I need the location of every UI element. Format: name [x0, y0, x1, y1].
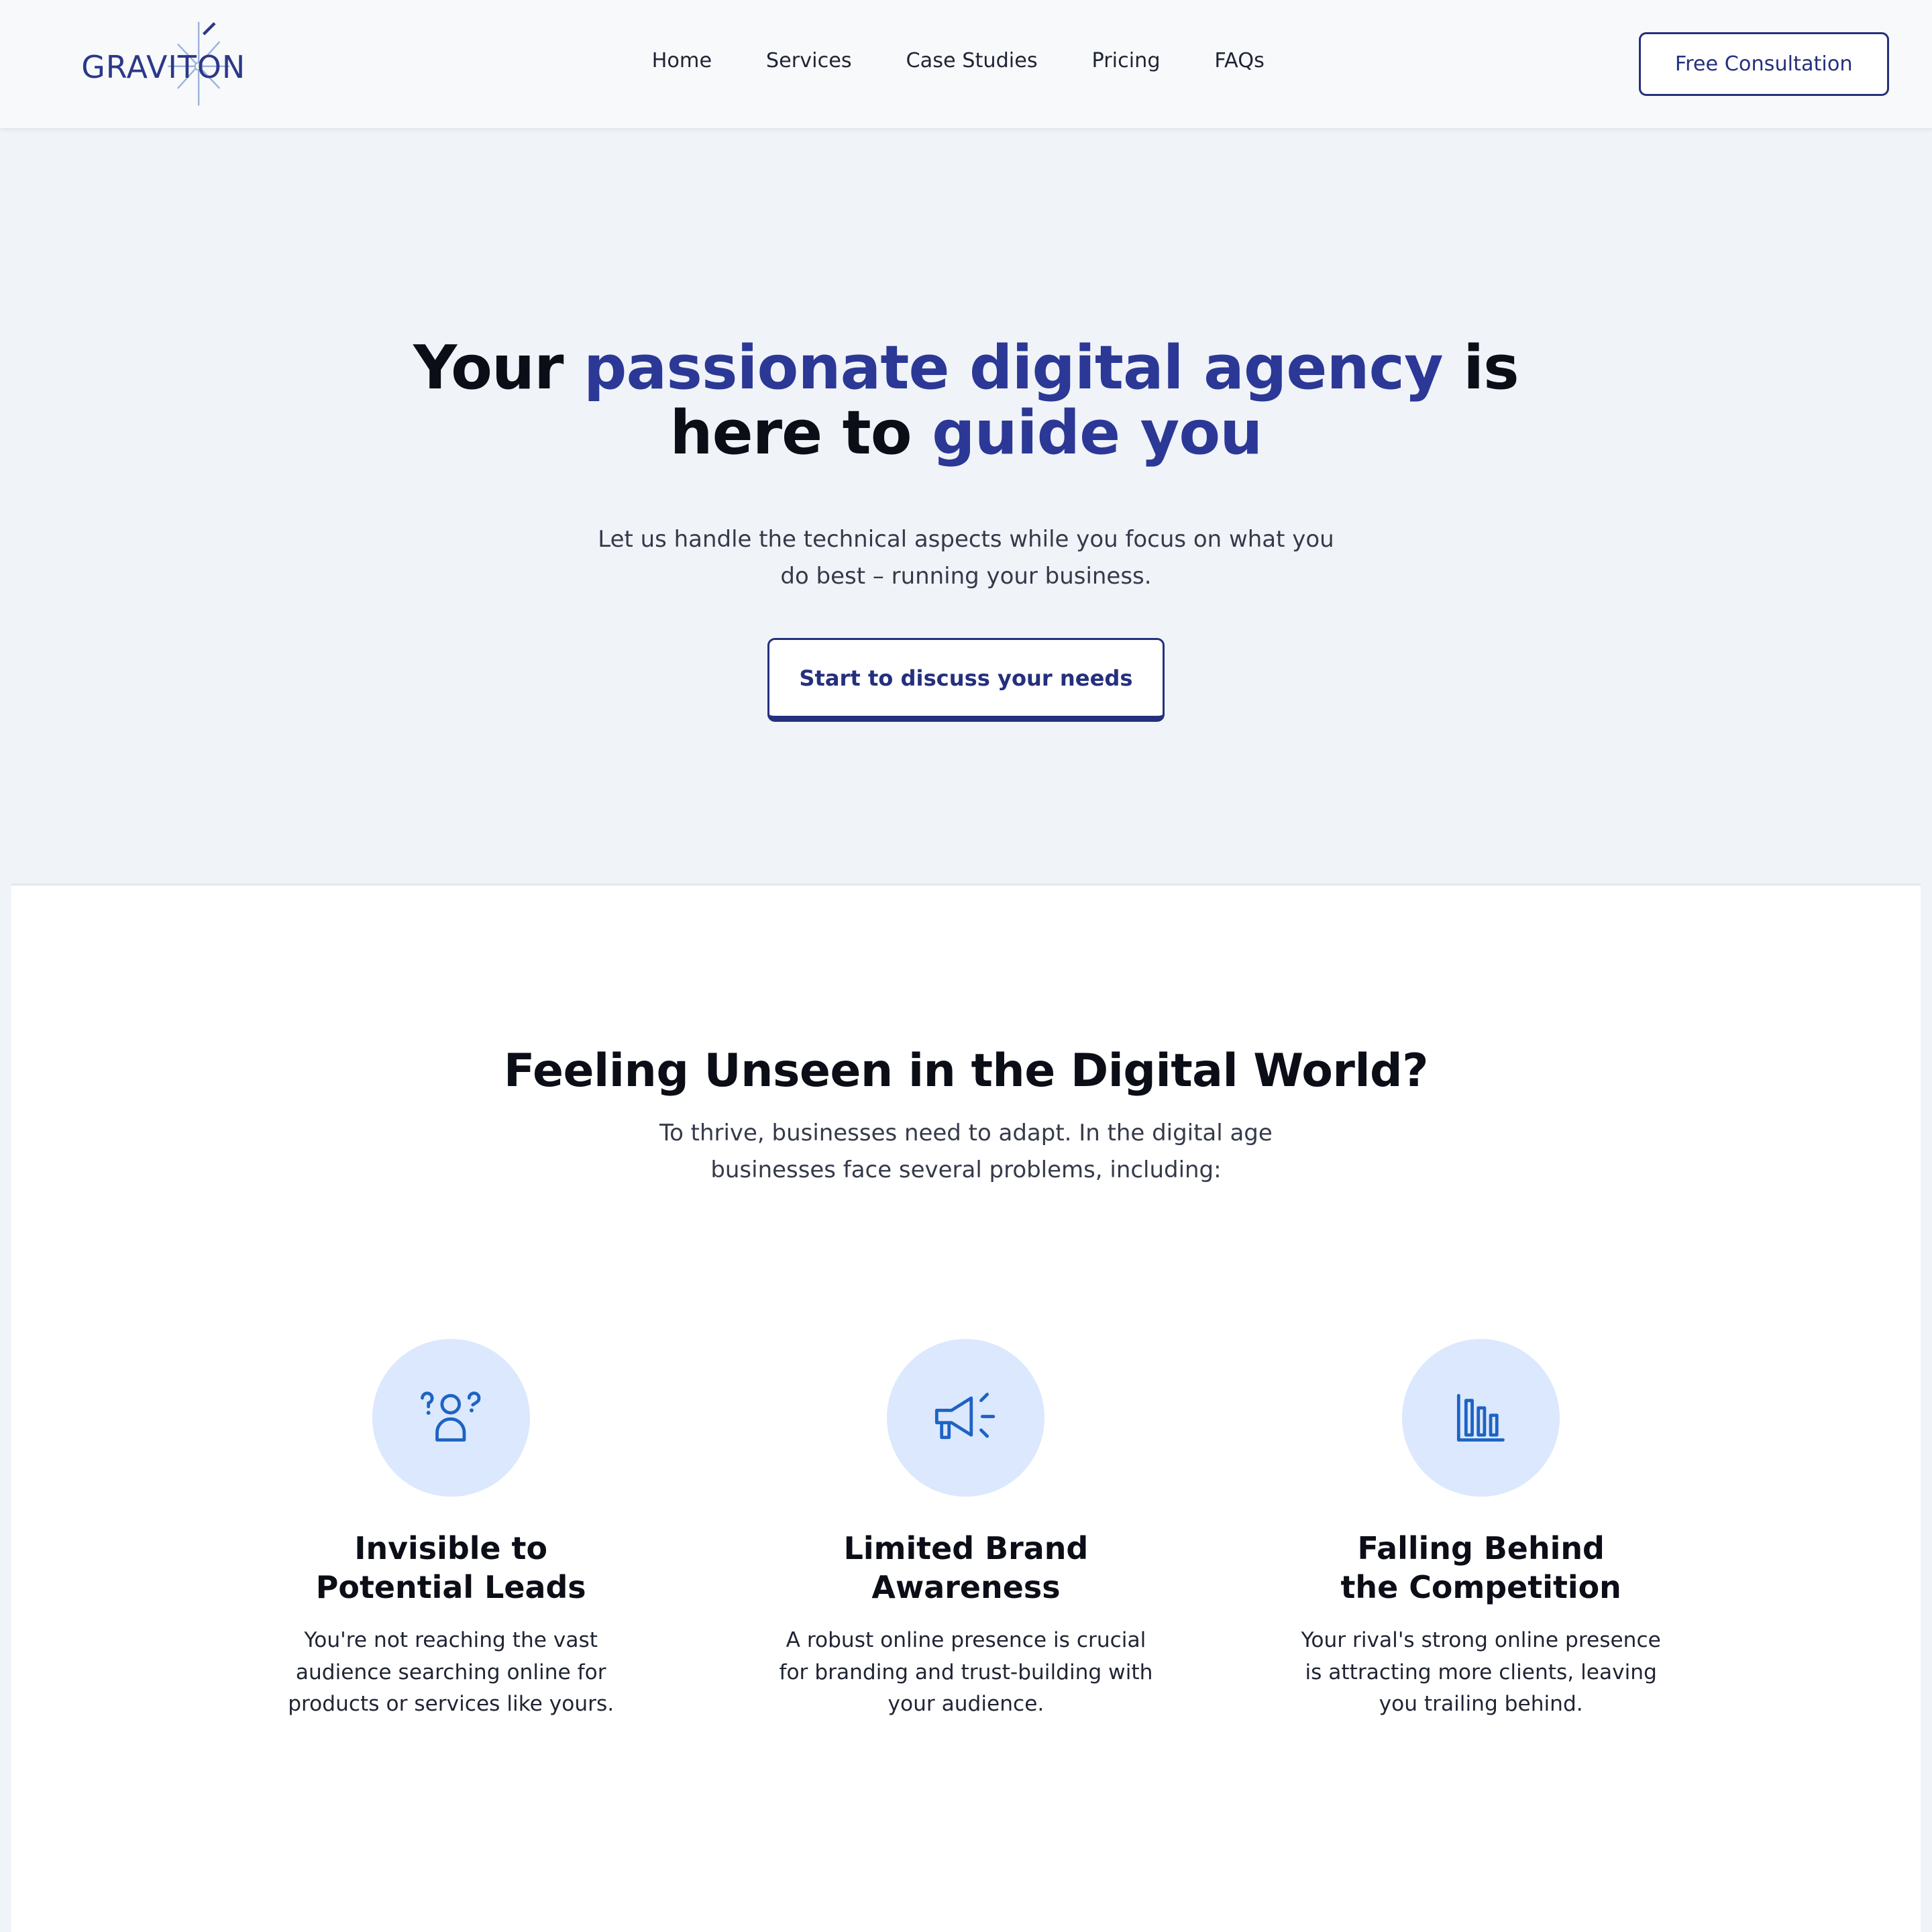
hero-subtitle: Let us handle the technical aspects whil… [598, 525, 1334, 590]
problem-card: Invisible to Potential Leads You're not … [229, 1338, 673, 1721]
problems-section: Feeling Unseen in the Digital World? To … [11, 883, 1921, 1932]
hero-title-part1: Your [413, 332, 584, 403]
main-nav: Home Services Case Studies Pricing FAQs [625, 44, 1291, 81]
discuss-needs-button[interactable]: Start to discuss your needs [767, 638, 1165, 722]
graviton-logo[interactable]: GRAVITON [79, 19, 245, 108]
card-text: You're not reaching the vast audience se… [288, 1627, 614, 1717]
icon-circle [887, 1338, 1045, 1497]
free-consultation-button[interactable]: Free Consultation [1638, 32, 1889, 97]
nav-item-home[interactable]: Home [625, 44, 739, 81]
card-title: Limited Brand Awareness [843, 1529, 1089, 1606]
nav-item-services[interactable]: Services [739, 44, 879, 81]
icon-circle [372, 1338, 530, 1497]
card-title: Invisible to Potential Leads [315, 1529, 586, 1606]
card-text: A robust online presence is crucial for … [779, 1627, 1153, 1717]
site-header: GRAVITON Home Services Case Studies Pric… [0, 0, 1932, 129]
page: GRAVITON Home Services Case Studies Pric… [0, 0, 1932, 1932]
logo-text: GRAVITON [81, 49, 246, 86]
card-title: Falling Behind the Competition [1340, 1529, 1621, 1606]
nav-item-faqs[interactable]: FAQs [1187, 44, 1291, 81]
hero-title-accent1: passionate digital agency [584, 332, 1444, 403]
megaphone-icon [934, 1393, 995, 1440]
problems-subtitle: To thrive, businesses need to adapt. In … [659, 1119, 1273, 1183]
bar-chart-icon [1457, 1393, 1505, 1442]
problems-title: Feeling Unseen in the Digital World? [503, 1044, 1429, 1097]
nav-item-pricing[interactable]: Pricing [1065, 44, 1187, 81]
nav-item-case-studies[interactable]: Case Studies [879, 44, 1065, 81]
card-text: Your rival's strong online presence is a… [1301, 1627, 1661, 1717]
hero-title-accent2: guide you [932, 397, 1263, 468]
icon-circle [1402, 1338, 1560, 1497]
problem-card: Falling Behind the Competition Your riva… [1259, 1338, 1703, 1721]
problem-card: Limited Brand Awareness A robust online … [744, 1338, 1187, 1721]
hero-title: Your passionate digital agency is here t… [350, 335, 1582, 466]
confused-person-icon [421, 1391, 481, 1442]
